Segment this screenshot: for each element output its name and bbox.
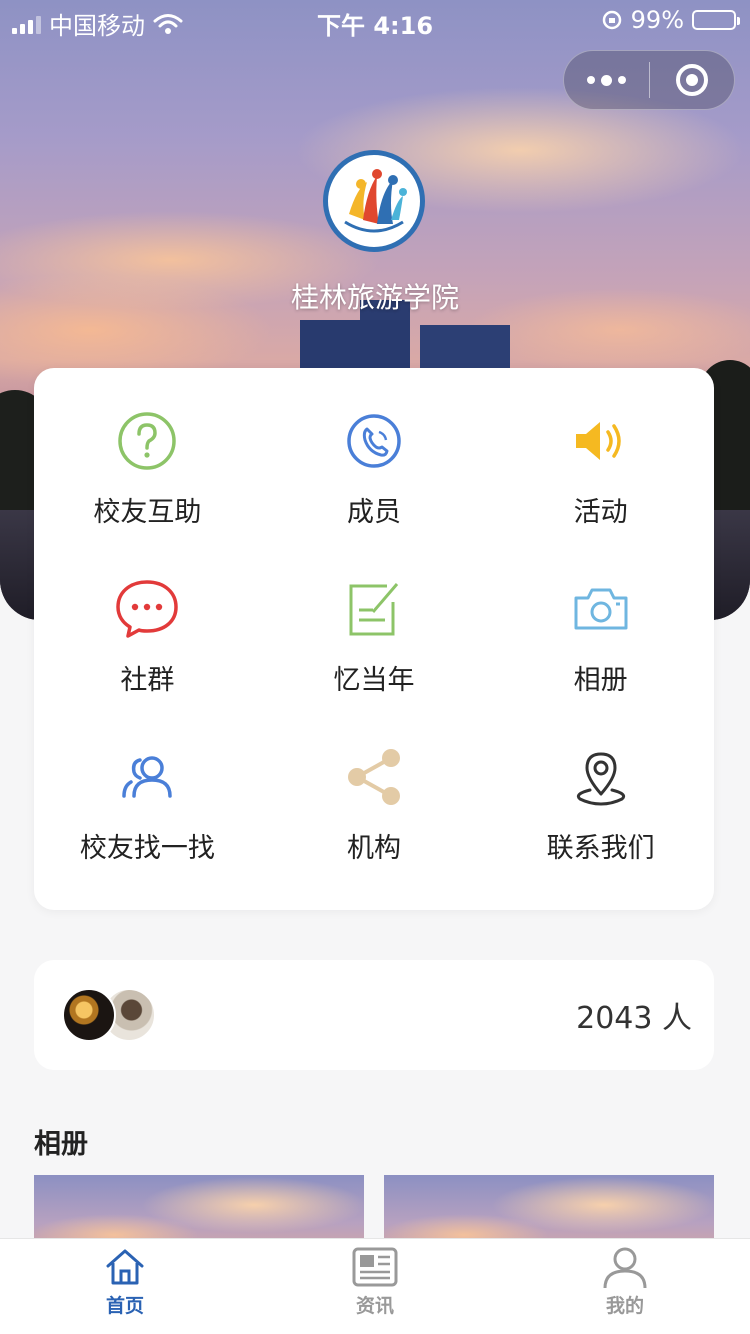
members-summary-card[interactable]: 2043 人 bbox=[34, 960, 714, 1070]
tab-label: 我的 bbox=[605, 1295, 644, 1317]
phone-circle-icon bbox=[339, 406, 409, 476]
menu-label: 机构 bbox=[346, 833, 401, 864]
orientation-lock-icon bbox=[602, 10, 621, 30]
speaker-icon bbox=[566, 406, 636, 476]
school-logo-icon bbox=[332, 159, 416, 243]
more-menu-icon[interactable] bbox=[564, 74, 649, 86]
album-section-title: 相册 bbox=[34, 1129, 88, 1160]
avatar bbox=[62, 988, 116, 1042]
location-pin-icon bbox=[566, 742, 636, 812]
menu-label: 忆当年 bbox=[333, 665, 415, 696]
menu-label: 社群 bbox=[120, 665, 175, 696]
menu-item-alumni-help[interactable]: 校友互助 bbox=[34, 388, 261, 556]
menu-item-find-alumni[interactable]: 校友找一找 bbox=[34, 724, 261, 892]
tab-label: 首页 bbox=[105, 1295, 144, 1317]
tab-home[interactable]: 首页 bbox=[0, 1239, 250, 1334]
question-circle-icon bbox=[112, 406, 182, 476]
album-thumbnail[interactable] bbox=[384, 1175, 714, 1240]
bottom-tab-bar: 首页 资讯 我的 bbox=[0, 1238, 750, 1334]
school-name: 桂林旅游学院 bbox=[290, 281, 459, 314]
member-avatars bbox=[62, 988, 156, 1042]
tab-news[interactable]: 资讯 bbox=[250, 1239, 500, 1334]
school-logo bbox=[323, 150, 425, 252]
camera-icon bbox=[566, 574, 636, 644]
menu-label: 活动 bbox=[573, 497, 628, 528]
menu-item-contact-us[interactable]: 联系我们 bbox=[487, 724, 714, 892]
menu-item-activities[interactable]: 活动 bbox=[487, 388, 714, 556]
members-count: 2043 人 bbox=[576, 1001, 692, 1036]
menu-label: 成员 bbox=[346, 497, 401, 528]
user-icon bbox=[603, 1247, 647, 1289]
note-edit-icon bbox=[339, 574, 409, 644]
menu-grid: 校友互助 成员 活动 社群 忆当年 相册 校友找一找 机构 联系我们 bbox=[34, 368, 714, 910]
users-icon bbox=[112, 742, 182, 812]
menu-item-members[interactable]: 成员 bbox=[261, 388, 488, 556]
album-thumbnail[interactable] bbox=[34, 1175, 364, 1240]
menu-item-memories[interactable]: 忆当年 bbox=[261, 556, 488, 724]
menu-item-album[interactable]: 相册 bbox=[487, 556, 714, 724]
chat-bubble-icon bbox=[112, 574, 182, 644]
newspaper-icon bbox=[352, 1247, 398, 1287]
tab-label: 资讯 bbox=[355, 1295, 394, 1317]
home-icon bbox=[106, 1249, 144, 1285]
album-thumbnails bbox=[34, 1175, 714, 1240]
miniprogram-capsule bbox=[563, 50, 735, 110]
menu-label: 校友互助 bbox=[93, 497, 202, 528]
menu-label: 相册 bbox=[573, 665, 628, 696]
battery-icon bbox=[692, 10, 740, 30]
menu-label: 校友找一找 bbox=[79, 833, 215, 864]
status-bar: 中国移动 下午 4:16 99% bbox=[0, 0, 750, 40]
tab-mine[interactable]: 我的 bbox=[500, 1239, 750, 1334]
close-miniprogram-icon[interactable] bbox=[650, 64, 734, 96]
battery-percent: 99% bbox=[630, 6, 684, 34]
share-icon bbox=[339, 742, 409, 812]
menu-item-organizations[interactable]: 机构 bbox=[261, 724, 488, 892]
menu-label: 联系我们 bbox=[546, 833, 655, 864]
menu-item-community[interactable]: 社群 bbox=[34, 556, 261, 724]
